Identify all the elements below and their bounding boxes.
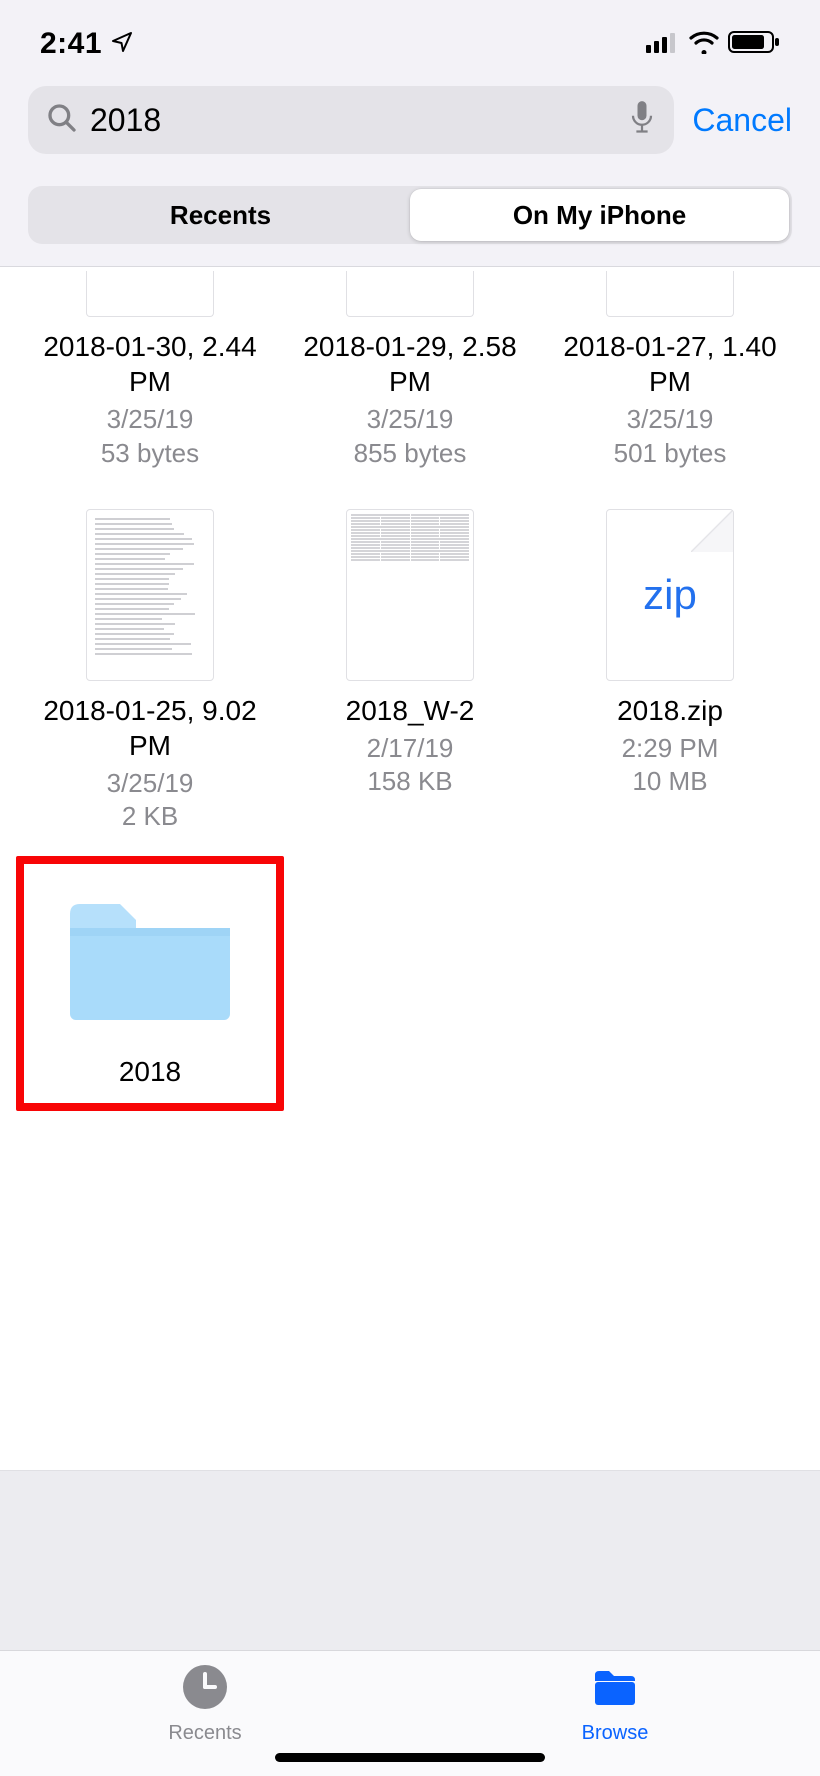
- status-left: 2:41: [40, 27, 134, 61]
- search-field[interactable]: [28, 86, 674, 154]
- document-thumbnail: [346, 271, 474, 317]
- file-item[interactable]: 2018-01-25, 9.02 PM3/25/192 KB: [20, 505, 280, 839]
- cancel-button[interactable]: Cancel: [692, 102, 792, 139]
- status-bar: 2:41: [0, 0, 820, 72]
- tab-recents[interactable]: Recents: [0, 1663, 410, 1745]
- search-row: Cancel: [0, 72, 820, 168]
- search-input[interactable]: [78, 102, 628, 139]
- file-meta: 2/17/19158 KB: [367, 732, 454, 800]
- document-thumbnail: [346, 509, 474, 681]
- location-icon: [110, 30, 134, 59]
- home-indicator[interactable]: [275, 1753, 545, 1762]
- keyboard-area: [0, 1470, 820, 1650]
- file-item[interactable]: 2018-01-27, 1.40 PM3/25/19501 bytes: [540, 267, 800, 475]
- file-name: 2018_W-2: [346, 693, 475, 728]
- file-meta: 2:29 PM10 MB: [622, 732, 719, 800]
- document-thumbnail: [606, 271, 734, 317]
- file-item[interactable]: 2018_W-2 2/17/19158 KB: [280, 505, 540, 839]
- status-time: 2:41: [40, 27, 102, 61]
- file-meta: 3/25/192 KB: [107, 767, 194, 835]
- folder-icon: [589, 1663, 641, 1716]
- search-results[interactable]: 2018-01-30, 2.44 PM3/25/1953 bytes2018-0…: [0, 266, 820, 1470]
- file-item[interactable]: zip 2018.zip 2:29 PM10 MB: [540, 505, 800, 839]
- scope-segmented-control: Recents On My iPhone: [0, 168, 820, 266]
- file-name: 2018-01-27, 1.40 PM: [555, 329, 785, 399]
- tab-browse[interactable]: Browse: [410, 1663, 820, 1745]
- file-meta: 3/25/1953 bytes: [101, 403, 199, 471]
- document-thumbnail: [86, 271, 214, 317]
- file-meta: 3/25/19855 bytes: [354, 403, 467, 471]
- tab-bar: Recents Browse: [0, 1650, 820, 1776]
- zip-thumbnail: zip: [606, 509, 734, 681]
- folder-thumbnail: [62, 890, 238, 1030]
- microphone-icon[interactable]: [628, 100, 656, 141]
- folder-item[interactable]: 2018: [16, 856, 284, 1111]
- tab-browse-label: Browse: [582, 1722, 649, 1745]
- tab-recents-label: Recents: [168, 1722, 241, 1745]
- status-right: [646, 30, 780, 59]
- cellular-icon: [646, 31, 680, 58]
- file-name: 2018-01-30, 2.44 PM: [35, 329, 265, 399]
- search-icon: [46, 102, 78, 139]
- file-name: 2018: [119, 1054, 181, 1089]
- file-name: 2018-01-25, 9.02 PM: [35, 693, 265, 763]
- battery-icon: [728, 30, 780, 59]
- file-item[interactable]: 2018-01-30, 2.44 PM3/25/1953 bytes: [20, 267, 280, 475]
- wifi-icon: [688, 30, 720, 59]
- segment-on-my-iphone[interactable]: On My iPhone: [410, 189, 789, 241]
- file-name: 2018.zip: [617, 693, 723, 728]
- segment-recents[interactable]: Recents: [31, 189, 410, 241]
- document-thumbnail: [86, 509, 214, 681]
- file-item[interactable]: 2018-01-29, 2.58 PM3/25/19855 bytes: [280, 267, 540, 475]
- clock-icon: [179, 1663, 231, 1716]
- file-name: 2018-01-29, 2.58 PM: [295, 329, 525, 399]
- file-meta: 3/25/19501 bytes: [614, 403, 727, 471]
